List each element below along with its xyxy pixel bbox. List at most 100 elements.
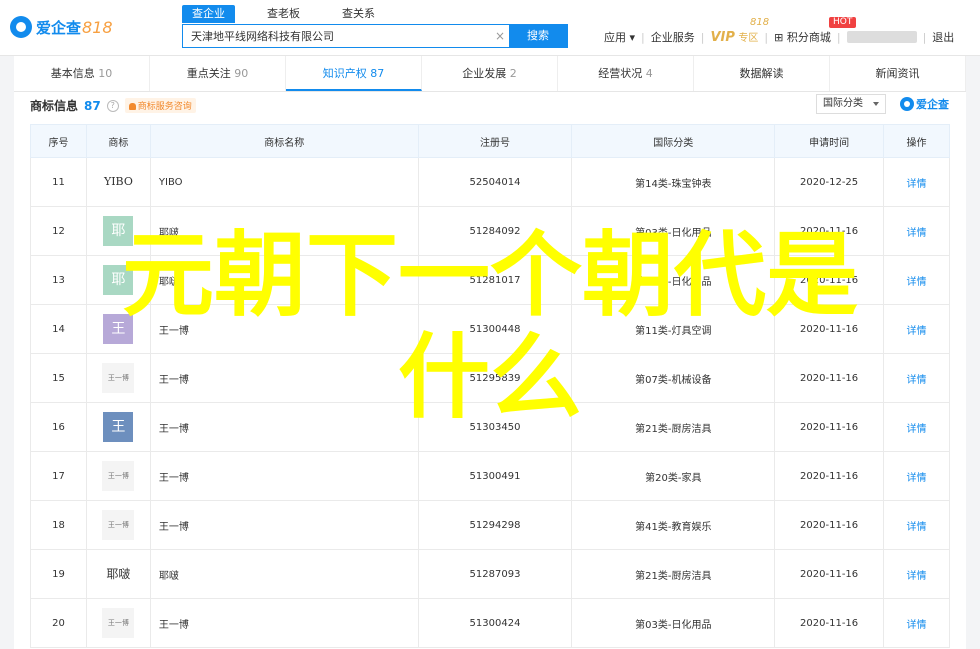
tab-count: 90 [234,67,249,80]
trademark-logo-text: 耶 [103,216,134,246]
detail-link[interactable]: 详情 [883,451,950,501]
trademark-logo[interactable]: 王 [85,402,151,452]
row-no: 17 [30,451,87,501]
intl-class: 第14类-珠宝钟表 [571,157,776,207]
detail-link[interactable]: 详情 [883,549,950,599]
tab-count: 10 [98,67,113,80]
chevron-down-icon: ▾ [629,31,636,44]
intl-class: 第11类-灯具空调 [571,304,776,354]
divider: | [836,30,841,44]
search-box: × 搜索 [182,24,568,48]
row-no: 18 [30,500,87,550]
table-row: 18 王一博 王一博 51294298 第41类-教育娱乐 2020-11-16… [30,500,950,550]
nav-vip-zone[interactable]: VIP 专区 [710,29,758,45]
search-tab-relation[interactable]: 查关系 [332,5,385,23]
section-title: 商标信息 87 ? 商标服务咨询 [30,97,196,114]
brand-text: 爱企查 [916,98,949,111]
nav-app[interactable]: 应用 ▾ [604,29,635,45]
trademark-logo[interactable]: 王 [85,304,151,354]
intl-class: 第21类-厨房洁具 [571,402,776,452]
row-no: 15 [30,353,87,403]
intl-class-filter[interactable]: 国际分类 [816,94,886,114]
trademark-name: 王一博 [149,598,419,648]
trademark-logo[interactable]: 王一博 [85,353,151,403]
tab-data-insight[interactable]: 数据解读 [694,56,830,91]
tab-count: 87 [370,67,385,80]
detail-link[interactable]: 详情 [883,598,950,648]
trademark-logo[interactable]: 王一博 [85,451,151,501]
trademark-table: 序号 商标 商标名称 注册号 国际分类 申请时间 操作 11 YIBO YIBO… [30,124,950,648]
section-tabs: 基本信息 10 重点关注 90 知识产权 87 企业发展 2 经营状况 4 数据… [14,56,966,92]
trademark-name: 王一博 [149,451,419,501]
top-nav: 应用 ▾ | 企业服务 | VIP 专区 | ⊞ 积分商城 | | 退出 [604,29,954,45]
detail-link[interactable]: 详情 [883,255,950,305]
logout-link[interactable]: 退出 [932,29,954,45]
trademark-logo-text: 王一博 [102,510,135,540]
detail-link[interactable]: 详情 [883,402,950,452]
vip-label: VIP [710,30,735,45]
trademark-logo[interactable]: 耶啵 [85,549,151,599]
detail-link[interactable]: 详情 [883,157,950,207]
divider: | [700,30,705,44]
search-button[interactable]: 搜索 [509,25,567,47]
table-row: 13 耶 耶啵 51281017 第03类-日化用品 2020-11-16 详情 [30,255,950,305]
filter-label: 国际分类 [823,98,863,109]
logo-number: 818 [82,17,113,37]
trademark-name: 王一博 [149,353,419,403]
apply-date: 2020-11-16 [774,500,885,550]
trademark-name: 耶啵 [149,549,419,599]
trademark-logo[interactable]: 王一博 [85,500,151,550]
search-tab-boss[interactable]: 查老板 [257,5,310,23]
tab-count: 2 [509,67,517,80]
intl-class: 第03类-日化用品 [571,206,776,256]
tab-operation[interactable]: 经营状况 4 [558,56,694,91]
tab-key-focus[interactable]: 重点关注 90 [150,56,286,91]
logo-icon [10,16,32,38]
trademark-logo[interactable]: 王一博 [85,598,151,648]
nav-points-mall[interactable]: ⊞ 积分商城 [774,29,831,45]
detail-link[interactable]: 详情 [883,353,950,403]
clear-icon[interactable]: × [491,25,509,47]
tab-news[interactable]: 新闻资讯 [830,56,966,91]
table-row: 19 耶啵 耶啵 51287093 第21类-厨房洁具 2020-11-16 详… [30,549,950,599]
apply-date: 2020-11-16 [774,304,885,354]
detail-link[interactable]: 详情 [883,206,950,256]
tab-basic-info[interactable]: 基本信息 10 [14,56,150,91]
divider: | [922,30,927,44]
row-no: 16 [30,402,87,452]
tab-label: 知识产权 [322,67,367,80]
detail-link[interactable]: 详情 [883,500,950,550]
apply-date: 2020-12-25 [774,157,885,207]
intl-class: 第03类-日化用品 [571,255,776,305]
table-row: 14 王 王一博 51300448 第11类-灯具空调 2020-11-16 详… [30,304,950,354]
trademark-advice-button[interactable]: 商标服务咨询 [124,98,196,113]
trademark-name: 耶啵 [149,206,419,256]
tab-ip[interactable]: 知识产权 87 [286,56,422,91]
advice-label: 商标服务咨询 [137,102,192,112]
apply-date: 2020-11-16 [774,402,885,452]
user-account[interactable] [846,31,917,43]
search-input[interactable] [183,25,491,47]
detail-link[interactable]: 详情 [883,304,950,354]
trademark-logo[interactable]: 耶 [85,255,151,305]
row-no: 20 [30,598,87,648]
help-icon[interactable]: ? [106,99,119,112]
chevron-down-icon [873,102,879,106]
bell-icon [128,103,136,110]
brand-watermark: 爱企查 [900,96,949,112]
col-no: 序号 [30,124,87,158]
trademark-logo[interactable]: 耶 [85,206,151,256]
intl-class: 第20类-家具 [571,451,776,501]
logo-text: 爱企查 [36,18,82,37]
nav-enterprise-service[interactable]: 企业服务 [651,29,695,45]
search-tab-company[interactable]: 查企业 [182,5,235,23]
trademark-name: YIBO [149,157,419,207]
trademark-logo-text: 王一博 [102,363,135,393]
row-no: 12 [30,206,87,256]
table-row: 12 耶 耶啵 51284092 第03类-日化用品 2020-11-16 详情 [30,206,950,256]
search-tabs: 查企业 查老板 查关系 [182,5,407,23]
tab-development[interactable]: 企业发展 2 [422,56,558,91]
trademark-logo[interactable]: YIBO [85,157,151,207]
app-logo[interactable]: 爱企查 818 [10,14,113,40]
reg-no: 51300491 [417,451,573,501]
